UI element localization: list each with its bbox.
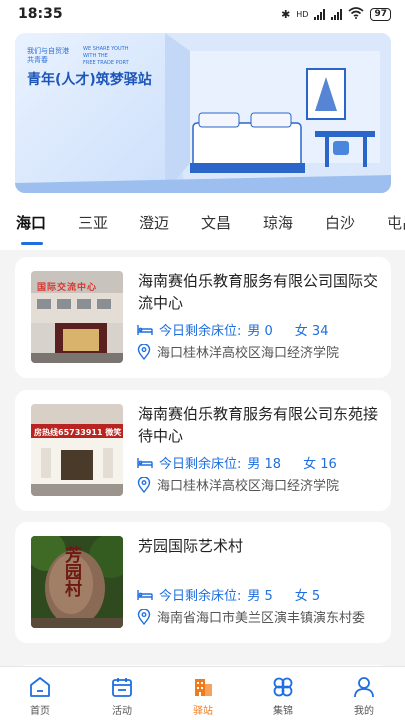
nav-collection[interactable]: 集锦	[253, 667, 313, 720]
address-text: 海口桂林洋高校区海口经济学院	[157, 479, 340, 494]
signal-icon	[314, 8, 326, 20]
banner-slogan-en-line2: WITH THE	[83, 53, 108, 59]
tab-qionghai[interactable]: 琼海	[263, 212, 293, 233]
bed-icon	[137, 589, 153, 600]
battery-icon: 97	[370, 7, 391, 21]
status-time: 18:35	[18, 6, 63, 22]
beds-row: 今日剩余床位: 男 5 女 5	[137, 585, 320, 604]
user-icon	[354, 677, 374, 698]
header-area: 我们与自贸港 共青春 WE SHARE YOUTH WITH THE FREE …	[0, 28, 405, 250]
tab-wenchang[interactable]: 文昌	[201, 212, 231, 233]
nav-stations[interactable]: 驿站	[173, 667, 233, 720]
network-type: HD	[296, 9, 309, 19]
location-pin-icon	[137, 476, 151, 493]
signal-icon-2	[331, 8, 343, 20]
beds-male: 男 5	[247, 589, 273, 604]
beds-label: 今日剩余床位:	[159, 589, 242, 604]
beds-male: 男 18	[247, 457, 282, 472]
banner-slogan-en-line1: WE SHARE YOUTH	[83, 46, 129, 52]
station-photo: 芳园村	[31, 536, 123, 628]
nav-home[interactable]: 首页	[10, 667, 70, 720]
station-photo: 房热线65733911 微笑	[31, 404, 123, 496]
station-card[interactable]: 芳园村 芳园国际艺术村 今日剩余床位: 男 5 女 5 海南省海口市美兰区演丰镇…	[15, 522, 391, 643]
address-text: 海南省海口市美兰区演丰镇演东村委	[157, 611, 366, 626]
tab-baisha[interactable]: 白沙	[325, 212, 355, 233]
banner-illustration	[15, 33, 391, 193]
tab-chengmai[interactable]: 澄迈	[139, 212, 169, 233]
nav-label: 活动	[112, 706, 132, 717]
location-pin-icon	[137, 608, 151, 625]
beds-label: 今日剩余床位:	[159, 324, 242, 339]
banner-slogan-cn-line1: 我们与自贸港	[27, 47, 69, 55]
home-icon	[30, 677, 50, 697]
photo-sign-text: 国际交流中心	[37, 283, 98, 293]
beds-female: 女 5	[294, 589, 321, 604]
station-title: 芳园国际艺术村	[138, 537, 244, 555]
beds-male: 男 0	[247, 324, 273, 339]
address-text: 海口桂林洋高校区海口经济学院	[157, 346, 340, 361]
region-tabs: 海口 三亚 澄迈 文昌 琼海 白沙 屯昌	[0, 206, 405, 246]
beds-female: 女 34	[294, 324, 329, 339]
tab-tunchang[interactable]: 屯昌	[387, 212, 405, 233]
station-title: 海南赛伯乐教育服务有限公司东苑接待中心	[138, 405, 379, 445]
wifi-icon	[348, 6, 364, 22]
nav-profile[interactable]: 我的	[334, 667, 394, 720]
address-row: 海南省海口市美兰区演丰镇演东村委	[137, 607, 365, 626]
banner-slogan-en-line3: FREE TRADE PORT	[83, 60, 129, 66]
bottom-nav: 首页 活动 驿站 集锦 我的	[0, 666, 405, 720]
bed-icon	[137, 457, 153, 468]
banner-title: 青年(人才)筑梦驿站	[27, 72, 152, 88]
location-pin-icon	[137, 343, 151, 360]
status-icons: ✱ HD 97	[281, 6, 391, 22]
banner[interactable]: 我们与自贸港 共青春 WE SHARE YOUTH WITH THE FREE …	[15, 33, 391, 193]
station-photo: 国际交流中心	[31, 271, 123, 363]
photo-sign-text: 房热线65733911 微笑	[34, 428, 122, 437]
banner-slogan-cn-line2: 共青春	[27, 56, 48, 64]
station-card[interactable]: 房热线65733911 微笑 海南赛伯乐教育服务有限公司东苑接待中心 今日剩余床…	[15, 390, 391, 511]
beds-row: 今日剩余床位: 男 0 女 34	[137, 320, 328, 339]
bed-icon	[137, 324, 153, 335]
building-icon	[195, 679, 212, 696]
banner-slogan-cn: 我们与自贸港 共青春	[27, 47, 69, 65]
station-title: 海南赛伯乐教育服务有限公司国际交流中心	[138, 272, 379, 312]
nav-label: 集锦	[273, 706, 293, 717]
bluetooth-icon: ✱	[281, 7, 291, 21]
tab-haikou[interactable]: 海口	[16, 212, 46, 233]
beds-female: 女 16	[303, 457, 337, 472]
nav-label: 首页	[30, 706, 50, 717]
active-tab-indicator	[21, 242, 43, 245]
banner-slogan-en: WE SHARE YOUTH WITH THE FREE TRADE PORT	[83, 46, 129, 67]
address-row: 海口桂林洋高校区海口经济学院	[137, 342, 339, 361]
photo-rock-text: 芳园村	[61, 546, 81, 597]
nav-activities[interactable]: 活动	[92, 667, 152, 720]
calendar-icon	[112, 678, 132, 697]
tab-sanya[interactable]: 三亚	[78, 212, 108, 233]
nav-label: 驿站	[193, 706, 213, 717]
status-bar: 18:35 ✱ HD 97	[0, 0, 405, 28]
clover-icon	[273, 677, 293, 697]
beds-row: 今日剩余床位: 男 18 女 16	[137, 453, 337, 472]
station-card[interactable]: 国际交流中心 海南赛伯乐教育服务有限公司国际交流中心 今日剩余床位: 男 0 女…	[15, 257, 391, 378]
nav-label: 我的	[354, 706, 374, 717]
beds-label: 今日剩余床位:	[159, 457, 242, 472]
address-row: 海口桂林洋高校区海口经济学院	[137, 475, 339, 494]
